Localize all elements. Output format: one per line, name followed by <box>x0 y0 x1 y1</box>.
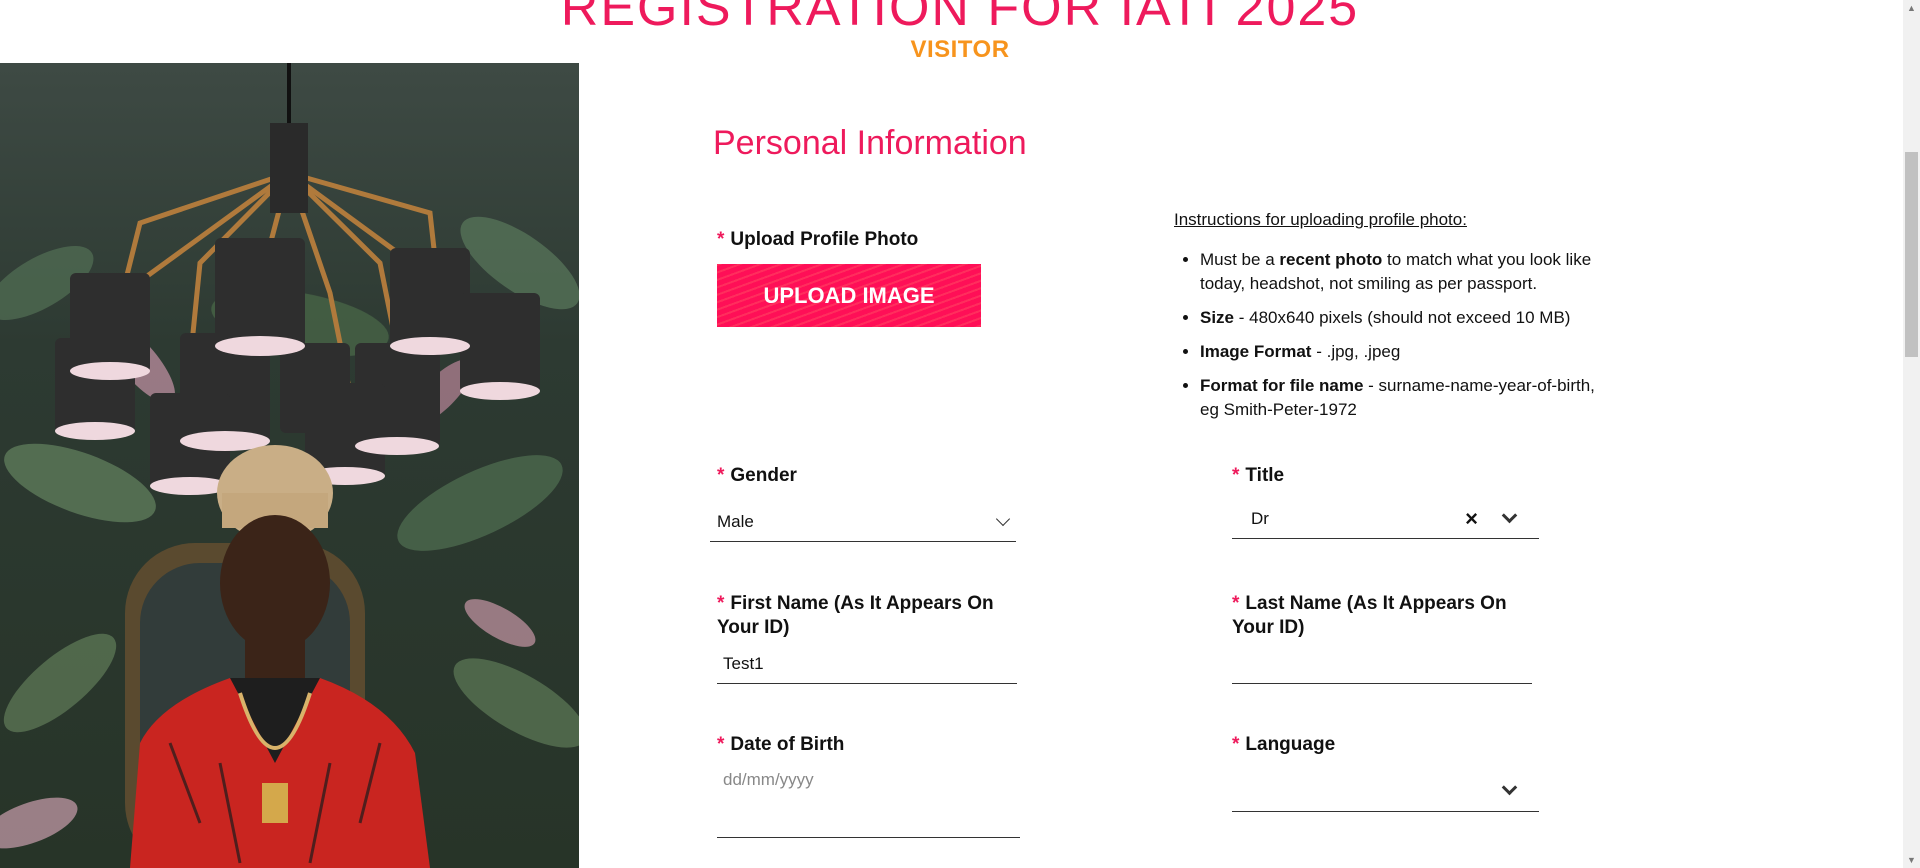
chevron-down-icon <box>995 511 1011 526</box>
instruction-bold: Size <box>1200 308 1235 327</box>
upload-instructions: Instructions for uploading profile photo… <box>1174 210 1604 432</box>
scroll-down-arrow-icon[interactable]: ▼ <box>1907 855 1916 865</box>
section-title: Personal Information <box>713 124 1027 162</box>
required-mark: * <box>1232 734 1240 755</box>
dob-label: * Date of Birth <box>717 733 844 757</box>
gender-label: * Gender <box>717 464 797 488</box>
chevron-down-icon[interactable] <box>1501 507 1518 524</box>
instruction-item: Image Format - .jpg, .jpeg <box>1200 340 1604 364</box>
required-mark: * <box>717 465 725 486</box>
instruction-item: Must be a recent photo to match what you… <box>1200 248 1604 296</box>
last-name-label: * Last Name (As It Appears On Your ID) <box>1232 592 1532 640</box>
required-mark: * <box>1232 593 1240 614</box>
required-mark: * <box>717 734 725 755</box>
required-mark: * <box>717 229 725 250</box>
language-label: * Language <box>1232 733 1335 757</box>
instructions-heading: Instructions for uploading profile photo… <box>1174 210 1467 229</box>
dob-label-text: Date of Birth <box>730 734 845 755</box>
upload-photo-label: * Upload Profile Photo <box>717 228 918 252</box>
gender-label-text: Gender <box>730 465 797 486</box>
instructions-list: Must be a recent photo to match what you… <box>1174 248 1604 422</box>
last-name-input[interactable] <box>1232 644 1532 684</box>
language-select[interactable] <box>1232 770 1539 812</box>
first-name-label: * First Name (As It Appears On Your ID) <box>717 592 1017 640</box>
side-photo <box>0 63 579 868</box>
language-label-text: Language <box>1245 734 1336 755</box>
scrollbar-thumb[interactable] <box>1905 152 1918 357</box>
date-of-birth-input[interactable] <box>717 760 1020 838</box>
vertical-scrollbar[interactable]: ▲ ▼ <box>1903 0 1920 868</box>
required-mark: * <box>1232 465 1240 486</box>
title-label-text: Title <box>1245 465 1285 486</box>
side-photo-illustration <box>0 63 579 868</box>
instruction-item: Format for file name - surname-name-year… <box>1200 374 1604 422</box>
instruction-bold: Image Format <box>1200 342 1312 361</box>
gender-value: Male <box>717 511 754 531</box>
last-name-label-text: Last Name (As It Appears On Your ID) <box>1232 593 1507 638</box>
page-subtitle: VISITOR <box>910 36 1010 63</box>
gender-select[interactable]: Male <box>710 502 1016 542</box>
upload-photo-label-text: Upload Profile Photo <box>730 229 919 250</box>
scroll-up-arrow-icon[interactable]: ▲ <box>1907 3 1916 13</box>
upload-image-button[interactable]: UPLOAD IMAGE <box>717 264 981 327</box>
title-select[interactable]: Dr × <box>1232 499 1539 539</box>
instruction-item: Size - 480x640 pixels (should not exceed… <box>1200 306 1604 330</box>
first-name-input[interactable] <box>717 644 1017 684</box>
instruction-bold: recent photo <box>1279 250 1383 269</box>
title-value: Dr <box>1251 508 1269 528</box>
instruction-bold: Format for file name <box>1200 376 1364 395</box>
instruction-text: - .jpg, .jpeg <box>1311 342 1401 361</box>
chevron-down-icon <box>1501 779 1518 796</box>
close-icon[interactable]: × <box>1465 507 1478 530</box>
page-title: REGISTRATION FOR IATI 2025 <box>560 0 1360 37</box>
instruction-text: Must be a <box>1200 250 1280 269</box>
first-name-label-text: First Name (As It Appears On Your ID) <box>717 593 994 638</box>
instruction-text: - 480x640 pixels (should not exceed 10 M… <box>1234 308 1571 327</box>
required-mark: * <box>717 593 725 614</box>
title-label: * Title <box>1232 464 1284 488</box>
